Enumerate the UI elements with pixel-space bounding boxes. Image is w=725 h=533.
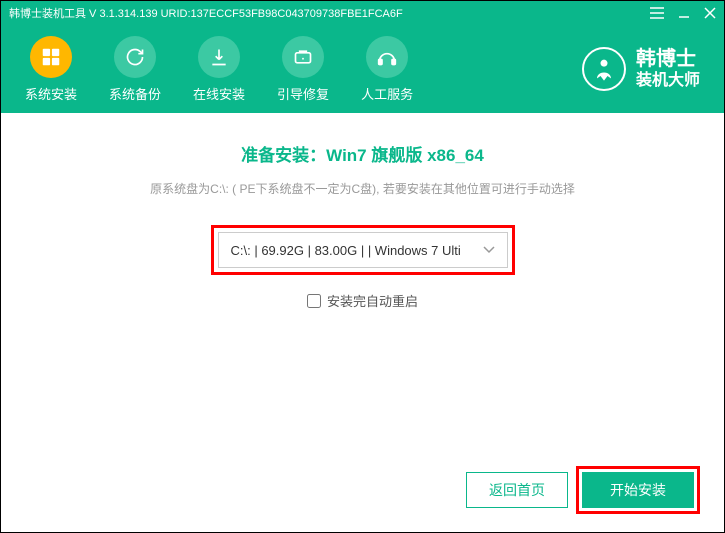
- minimize-icon[interactable]: [678, 7, 690, 19]
- close-icon[interactable]: [704, 7, 716, 19]
- menu-icon[interactable]: [650, 7, 664, 19]
- nav-label: 系统备份: [109, 84, 161, 103]
- repair-icon: [282, 36, 324, 78]
- nav-label: 引导修复: [277, 84, 329, 103]
- install-title: 准备安装：Win7 旗舰版 x86_64: [1, 141, 724, 166]
- back-button[interactable]: 返回首页: [466, 472, 568, 508]
- nav-label: 在线安装: [193, 84, 245, 103]
- drive-select-value: C:\: | 69.92G | 83.00G | | Windows 7 Ult…: [231, 243, 483, 258]
- titlebar-text: 韩博士装机工具 V 3.1.314.139 URID:137ECCF53FB98…: [9, 5, 650, 21]
- logo: 韩博士 装机大师: [582, 47, 700, 91]
- backup-icon: [114, 36, 156, 78]
- start-install-highlight: 开始安装: [576, 466, 700, 514]
- nav-label: 人工服务: [361, 84, 413, 103]
- logo-text-sub: 装机大师: [636, 71, 700, 90]
- install-icon: [30, 36, 72, 78]
- auto-restart-label: 安装完自动重启: [327, 291, 418, 310]
- service-icon: [366, 36, 408, 78]
- nav-label: 系统安装: [25, 84, 77, 103]
- nav-system-install[interactable]: 系统安装: [25, 36, 77, 103]
- nav-manual-service[interactable]: 人工服务: [361, 36, 413, 103]
- drive-select-highlight: C:\: | 69.92G | 83.00G | | Windows 7 Ult…: [211, 225, 515, 275]
- download-icon: [198, 36, 240, 78]
- logo-icon: [582, 47, 626, 91]
- auto-restart-checkbox[interactable]: [307, 294, 321, 308]
- nav-boot-repair[interactable]: 引导修复: [277, 36, 329, 103]
- chevron-down-icon: [483, 243, 495, 257]
- logo-text-main: 韩博士: [636, 47, 700, 71]
- hint-text: 原系统盘为C:\: ( PE下系统盘不一定为C盘), 若要安装在其他位置可进行手…: [1, 180, 724, 197]
- start-install-button[interactable]: 开始安装: [582, 472, 694, 508]
- drive-select[interactable]: C:\: | 69.92G | 83.00G | | Windows 7 Ult…: [218, 232, 508, 268]
- nav-system-backup[interactable]: 系统备份: [109, 36, 161, 103]
- nav-online-install[interactable]: 在线安装: [193, 36, 245, 103]
